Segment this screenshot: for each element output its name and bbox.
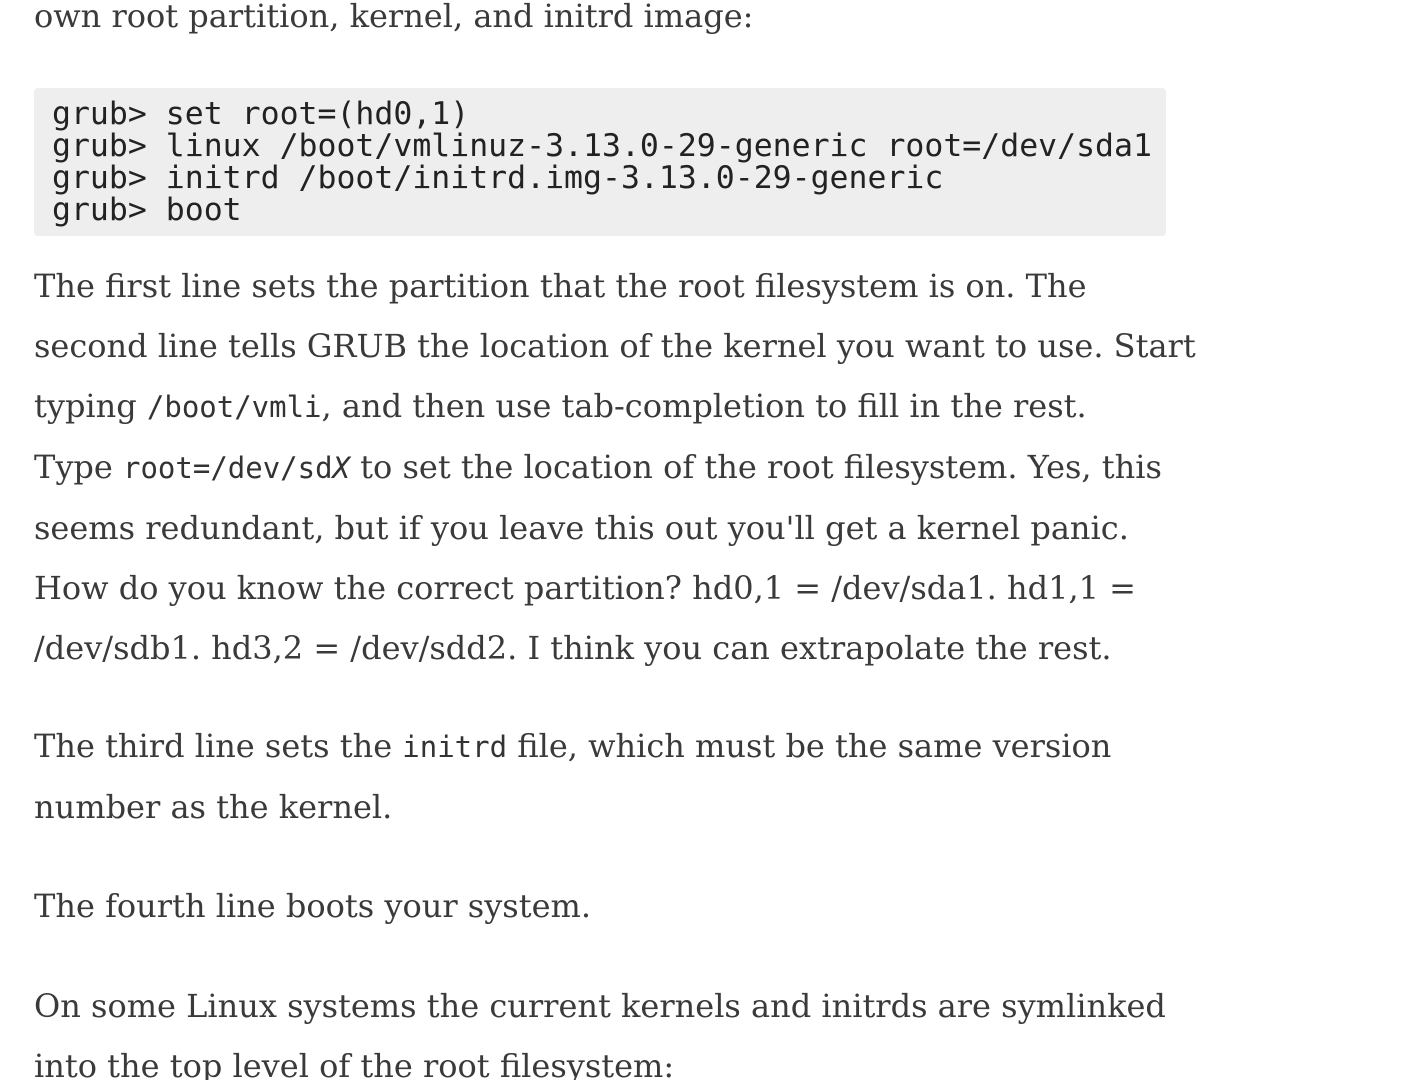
paragraph-line: seems redundant, but if you leave this o… xyxy=(34,509,1129,547)
code-line-initrd: grub> initrd /boot/initrd.img-3.13.0-29-… xyxy=(52,160,944,196)
paragraph-line: second line tells GRUB the location of t… xyxy=(34,327,1196,365)
paragraph-initrd: The third line sets the initrd file, whi… xyxy=(34,716,1174,837)
text-fragment: file, which must be the same version xyxy=(507,727,1112,765)
paragraph-line: The first line sets the partition that t… xyxy=(34,267,1087,305)
inline-code-variable-x: X xyxy=(332,451,350,485)
paragraph-boot: The fourth line boots your system. xyxy=(34,876,1174,936)
code-line-linux: grub> linux /boot/vmlinuz-3.13.0-29-gene… xyxy=(52,128,1152,164)
code-line-boot: grub> boot xyxy=(52,192,242,228)
text-fragment: typing xyxy=(34,387,147,425)
text-fragment: Type xyxy=(34,448,124,486)
paragraph-line: The fourth line boots your system. xyxy=(34,887,592,925)
inline-code-vmli: /boot/vmli xyxy=(146,390,322,424)
paragraph-line: The third line sets the initrd file, whi… xyxy=(34,716,1174,777)
paragraph-line: number as the kernel. xyxy=(34,788,393,826)
paragraph-line: /dev/sdb1. hd3,2 = /dev/sdd2. I think yo… xyxy=(34,629,1112,667)
inline-code-initrd: initrd xyxy=(402,730,508,764)
paragraph-line: Type root=/dev/sdX to set the location o… xyxy=(34,437,1174,498)
intro-sentence-tail: own root partition, kernel, and initrd i… xyxy=(34,0,754,35)
code-line-set-root: grub> set root=(hd0,1) xyxy=(52,96,470,132)
paragraph-line: into the top level of the root filesyste… xyxy=(34,1047,675,1080)
text-fragment: The third line sets the xyxy=(34,727,403,765)
paragraph-symlinks: On some Linux systems the current kernel… xyxy=(34,976,1174,1080)
text-fragment: to set the location of the root filesyst… xyxy=(350,448,1162,486)
text-fragment: , and then use tab-completion to fill in… xyxy=(321,387,1087,425)
inline-code-root-dev: root=/dev/sd xyxy=(123,451,333,485)
paragraph-line: typing /boot/vmli, and then use tab-comp… xyxy=(34,376,1174,437)
paragraph-root-partition: The first line sets the partition that t… xyxy=(34,256,1196,678)
paragraph-line: On some Linux systems the current kernel… xyxy=(34,987,1166,1025)
grub-code-block: grub> set root=(hd0,1) grub> linux /boot… xyxy=(34,88,1166,236)
paragraph-line: How do you know the correct partition? h… xyxy=(34,569,1136,607)
article-body: own root partition, kernel, and initrd i… xyxy=(0,0,1422,1080)
